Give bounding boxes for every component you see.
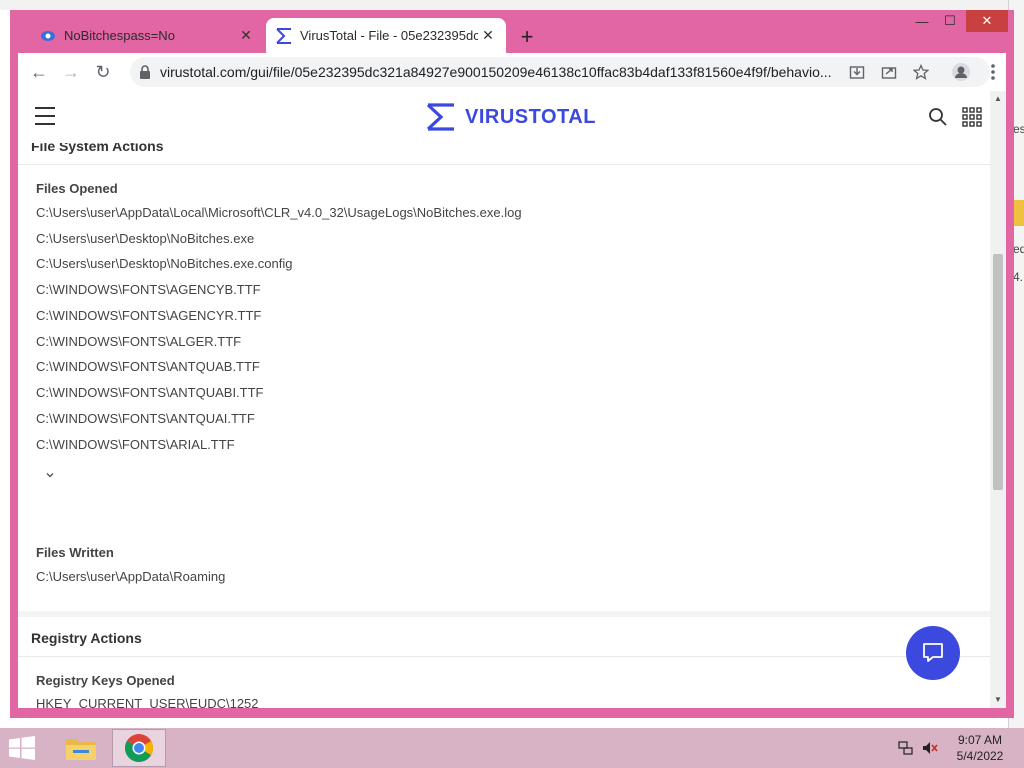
files-written-heading: Files Written [36,545,114,560]
registry-keys-opened-heading: Registry Keys Opened [36,673,175,688]
url-text[interactable]: virustotal.com/gui/file/05e232395dc321a8… [160,64,838,80]
lock-icon [140,65,150,79]
tab-virustotal[interactable]: VirusTotal - File - 05e232395dc3 ✕ [266,18,506,53]
bookmark-star-icon[interactable] [910,61,932,83]
desktop-background [0,0,1024,10]
share-icon[interactable] [878,61,900,83]
logo-text: VIRUSTOTAL [465,105,596,128]
files-opened-item: C:\Users\user\Desktop\NoBitches.exe.conf… [36,256,293,271]
virustotal-favicon-icon [276,27,292,44]
files-opened-item: C:\WINDOWS\FONTS\ARIAL.TTF [36,437,235,452]
new-tab-button[interactable]: + [515,25,539,49]
browser-toolbar: ← → ↻ virustotal.com/gui/file/05e232395d… [18,53,1006,91]
files-opened-item: C:\Users\user\Desktop\NoBitches.exe [36,231,255,246]
clock-time: 9:07 AM [957,733,1003,747]
chrome-taskbar-button[interactable] [112,729,166,767]
search-icon[interactable] [928,107,948,127]
scrollbar-thumb[interactable] [993,254,1003,490]
registry-key-item: HKEY_CURRENT_USER\EUDC\1252 [36,696,259,708]
hamburger-menu-icon[interactable] [35,107,55,125]
page-scrollbar[interactable]: ▲ ▼ [990,91,1006,708]
folder-icon [1013,200,1024,226]
tab-close-icon[interactable]: ✕ [478,26,498,46]
tab-strip: NoBitchespass=No ✕ VirusTotal - File - 0… [10,10,1014,53]
apps-grid-icon[interactable] [962,107,982,127]
section-gap [18,611,990,617]
site-header: VIRUSTOTAL [18,91,990,143]
maximize-button[interactable]: ☐ [936,10,964,32]
registry-actions-heading: Registry Actions [31,630,142,646]
scroll-down-icon[interactable]: ▼ [993,695,1003,705]
files-written-item: C:\Users\user\AppData\Roaming [36,569,226,584]
tab-nobitchespass[interactable]: NoBitchespass=No ✕ [30,18,264,53]
profile-avatar-icon[interactable] [950,61,972,83]
page-viewport: File System Actions Files Opened C:\User… [18,91,990,708]
divider [18,164,990,165]
install-app-icon[interactable] [846,61,868,83]
files-opened-item: C:\WINDOWS\FONTS\ANTQUAB.TTF [36,359,260,374]
volume-muted-icon[interactable] [922,740,938,756]
files-opened-item: C:\WINDOWS\FONTS\AGENCYB.TTF [36,282,261,297]
tab-close-icon[interactable]: ✕ [236,26,256,46]
tab-favicon-icon [40,28,56,44]
desktop-text-fragment: 4. [1013,270,1024,284]
address-bar[interactable]: virustotal.com/gui/file/05e232395dc321a8… [130,57,990,87]
minimize-button[interactable]: — [908,10,936,32]
network-icon[interactable] [898,740,914,756]
scroll-up-icon[interactable]: ▲ [993,94,1003,104]
tab-title: NoBitchespass=No [64,28,175,43]
files-opened-item: C:\WINDOWS\FONTS\ANTQUABI.TTF [36,385,264,400]
files-opened-item: C:\WINDOWS\FONTS\ANTQUAI.TTF [36,411,255,426]
browser-menu-icon[interactable] [980,59,1006,85]
taskbar-clock[interactable]: 9:07 AM 5/4/2022 [946,732,1014,764]
chrome-icon [125,734,153,762]
clock-date: 5/4/2022 [956,749,1004,763]
folder-icon [66,739,96,760]
forward-button[interactable]: → [58,59,84,85]
chat-support-button[interactable] [906,626,960,680]
files-opened-item: C:\WINDOWS\FONTS\ALGER.TTF [36,334,242,349]
divider [18,656,990,657]
desktop-text-fragment: ed [1013,242,1024,256]
desktop-text-fragment: es [1013,122,1024,136]
files-opened-item: C:\Users\user\AppData\Local\Microsoft\CL… [36,205,522,220]
browser-window: NoBitchespass=No ✕ VirusTotal - File - 0… [10,10,1014,718]
windows-start-icon[interactable] [8,736,38,762]
back-button[interactable]: ← [26,59,52,85]
chat-bubble-icon [923,643,943,662]
files-opened-item: C:\WINDOWS\FONTS\AGENCYR.TTF [36,308,262,323]
file-explorer-taskbar-button[interactable] [54,729,108,767]
files-opened-heading: Files Opened [36,181,118,196]
tab-title: VirusTotal - File - 05e232395dc3 [300,28,478,43]
virustotal-logo-icon [426,103,454,131]
expand-chevron-icon[interactable] [44,469,58,483]
virustotal-logo[interactable]: VIRUSTOTAL [426,102,596,132]
close-window-button[interactable]: ✕ [966,10,1008,32]
windows-taskbar: 9:07 AM 5/4/2022 [0,728,1024,768]
reload-button[interactable]: ↻ [90,59,116,85]
